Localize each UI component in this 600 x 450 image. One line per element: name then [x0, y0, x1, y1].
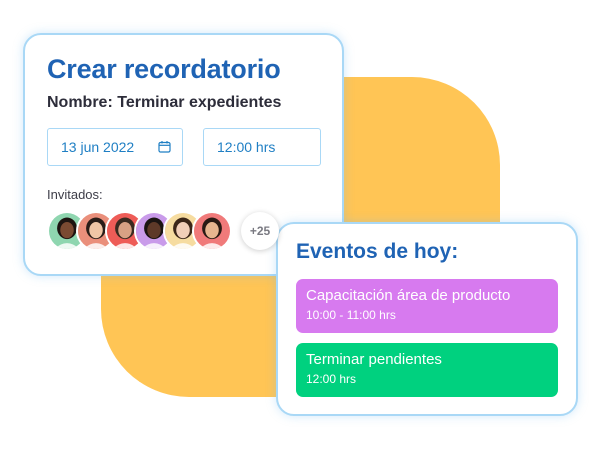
time-field[interactable]: 12:00 hrs	[203, 128, 321, 166]
event-time: 12:00 hrs	[306, 372, 357, 386]
more-guests-badge[interactable]: +25	[241, 212, 279, 250]
guest-avatar-6	[192, 211, 232, 251]
event-title: Capacitación área de producto	[306, 287, 511, 304]
time-value: 12:00 hrs	[217, 139, 276, 155]
calendar-icon[interactable]	[158, 140, 171, 153]
date-value: 13 jun 2022	[61, 139, 135, 155]
todays-events-card: Eventos de hoy: Capacitación área de pro…	[276, 222, 578, 416]
date-field[interactable]: 13 jun 2022	[47, 128, 183, 166]
event-title: Terminar pendientes	[306, 351, 442, 368]
card-title: Crear recordatorio	[47, 54, 281, 84]
event-item[interactable]: Capacitación área de producto 10:00 - 11…	[296, 279, 558, 333]
event-time: 10:00 - 11:00 hrs	[306, 308, 396, 322]
guests-label: Invitados:	[47, 187, 103, 202]
events-title: Eventos de hoy:	[296, 240, 459, 263]
event-item[interactable]: Terminar pendientes 12:00 hrs	[296, 343, 558, 397]
reminder-name: Nombre: Terminar expedientes	[47, 94, 282, 111]
